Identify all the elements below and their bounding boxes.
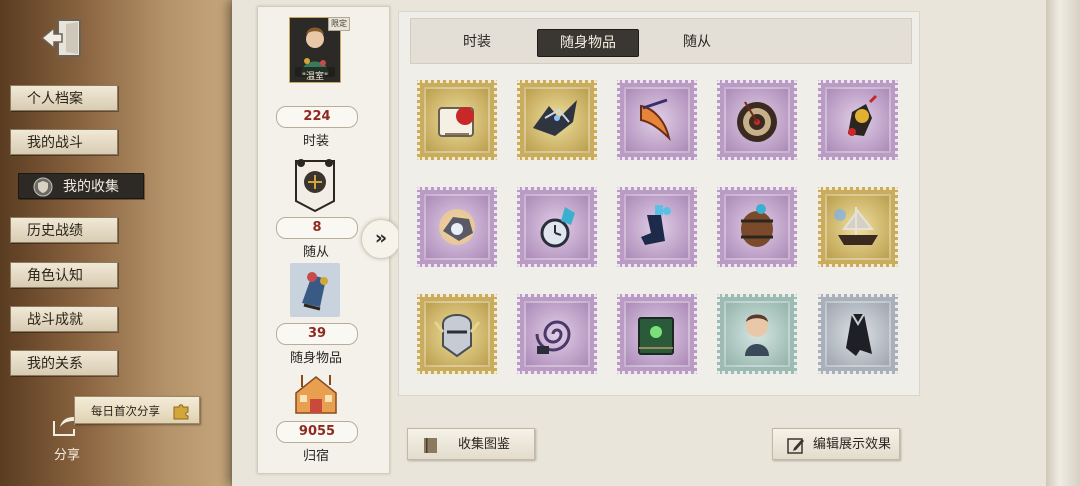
item-stamp[interactable]: [517, 80, 597, 160]
costume-count: 224: [276, 106, 358, 128]
item-stamp[interactable]: [717, 294, 797, 374]
home-count: 9055: [276, 421, 358, 443]
mechanical-gadget-icon: [848, 94, 878, 136]
dartboard-icon: [737, 101, 777, 142]
cloak-icon: [846, 313, 872, 356]
category-tabs: 时装 随身物品 随从: [410, 18, 912, 64]
clock-flask-icon: [540, 207, 575, 248]
daily-share-text: 每日首次分享: [91, 404, 160, 418]
doll-icon: [745, 314, 769, 356]
ship-icon: [834, 207, 878, 245]
nav-battles-label: 我的战斗: [27, 135, 83, 151]
tab-follower[interactable]: 随从: [657, 29, 737, 55]
item-stamp[interactable]: [417, 80, 497, 160]
exit-door-icon[interactable]: [40, 16, 86, 60]
home-label: 归宿: [302, 449, 329, 464]
accessory-count: 39: [276, 323, 358, 345]
nav-profile-label: 个人档案: [27, 91, 83, 107]
item-stamp[interactable]: [517, 294, 597, 374]
accessory-label: 随身物品: [289, 351, 342, 366]
nav-collection[interactable]: 我的收集: [18, 173, 144, 199]
crystal-bird-icon: [533, 100, 577, 136]
book-icon: [424, 438, 437, 453]
nav-history-label: 历史战绩: [27, 223, 83, 239]
potion-boot-icon: [641, 205, 671, 245]
spiral-icon: [535, 320, 571, 354]
item-stamp[interactable]: [717, 187, 797, 267]
tab-accessory[interactable]: 随身物品: [537, 29, 639, 57]
nav-relations-label: 我的关系: [27, 356, 83, 372]
green-book-icon: [638, 317, 674, 355]
nav-history[interactable]: 历史战绩: [10, 217, 118, 243]
edit-icon: [787, 438, 804, 454]
limited-badge: 限定: [328, 17, 350, 31]
boomerang-icon: [640, 98, 671, 142]
tab-costume[interactable]: 时装: [437, 29, 517, 55]
glowing-orb-icon: [439, 209, 475, 245]
nav-relations[interactable]: 我的关系: [10, 350, 118, 376]
follower-label: 随从: [302, 245, 329, 260]
nav-battles[interactable]: 我的战斗: [10, 129, 118, 155]
sidebar: 个人档案 我的战斗 我的收集 历史战绩 角色认知 战斗成就 我的关系 分享 每日…: [0, 0, 238, 486]
item-stamp[interactable]: [417, 187, 497, 267]
costume-name-tag: "温室": [301, 72, 329, 82]
rose-box-icon: [438, 107, 474, 137]
accessory-thumbnail-icon[interactable]: [290, 263, 340, 317]
follower-count: 8: [276, 217, 358, 239]
item-stamp[interactable]: [818, 187, 898, 267]
barrel-icon: [741, 204, 773, 247]
item-stamp[interactable]: [517, 187, 597, 267]
item-stamp[interactable]: [818, 80, 898, 160]
collection-guide-label: 收集图鉴: [458, 437, 511, 452]
home-icon[interactable]: [290, 371, 342, 417]
item-stamp[interactable]: [818, 294, 898, 374]
nav-achievements[interactable]: 战斗成就: [10, 306, 118, 332]
collection-guide-button[interactable]: 收集图鉴: [407, 428, 535, 460]
item-stamp[interactable]: [617, 187, 697, 267]
knight-helmet-icon: [433, 314, 481, 358]
nav-character[interactable]: 角色认知: [10, 262, 118, 288]
item-stamp[interactable]: [417, 294, 497, 374]
item-stamp[interactable]: [617, 294, 697, 374]
nav-profile[interactable]: 个人档案: [10, 85, 118, 111]
nav-character-label: 角色认知: [27, 268, 83, 284]
item-stamp[interactable]: [617, 80, 697, 160]
edit-display-label: 编辑展示效果: [813, 437, 892, 452]
follower-emblem-icon[interactable]: [290, 155, 340, 213]
edit-display-button[interactable]: 编辑展示效果: [772, 428, 900, 460]
nav-achievements-label: 战斗成就: [27, 312, 83, 328]
nav-collection-label: 我的收集: [63, 179, 119, 195]
puzzle-icon: [173, 404, 189, 420]
page-edge: [1046, 0, 1080, 486]
item-stamp[interactable]: [717, 80, 797, 160]
costume-label: 时装: [302, 134, 329, 149]
expand-chevron-icon[interactable]: »: [361, 219, 401, 259]
share-label: 分享: [54, 448, 81, 463]
shield-badge-icon: [33, 177, 53, 197]
daily-share-badge[interactable]: 每日首次分享: [74, 396, 200, 424]
